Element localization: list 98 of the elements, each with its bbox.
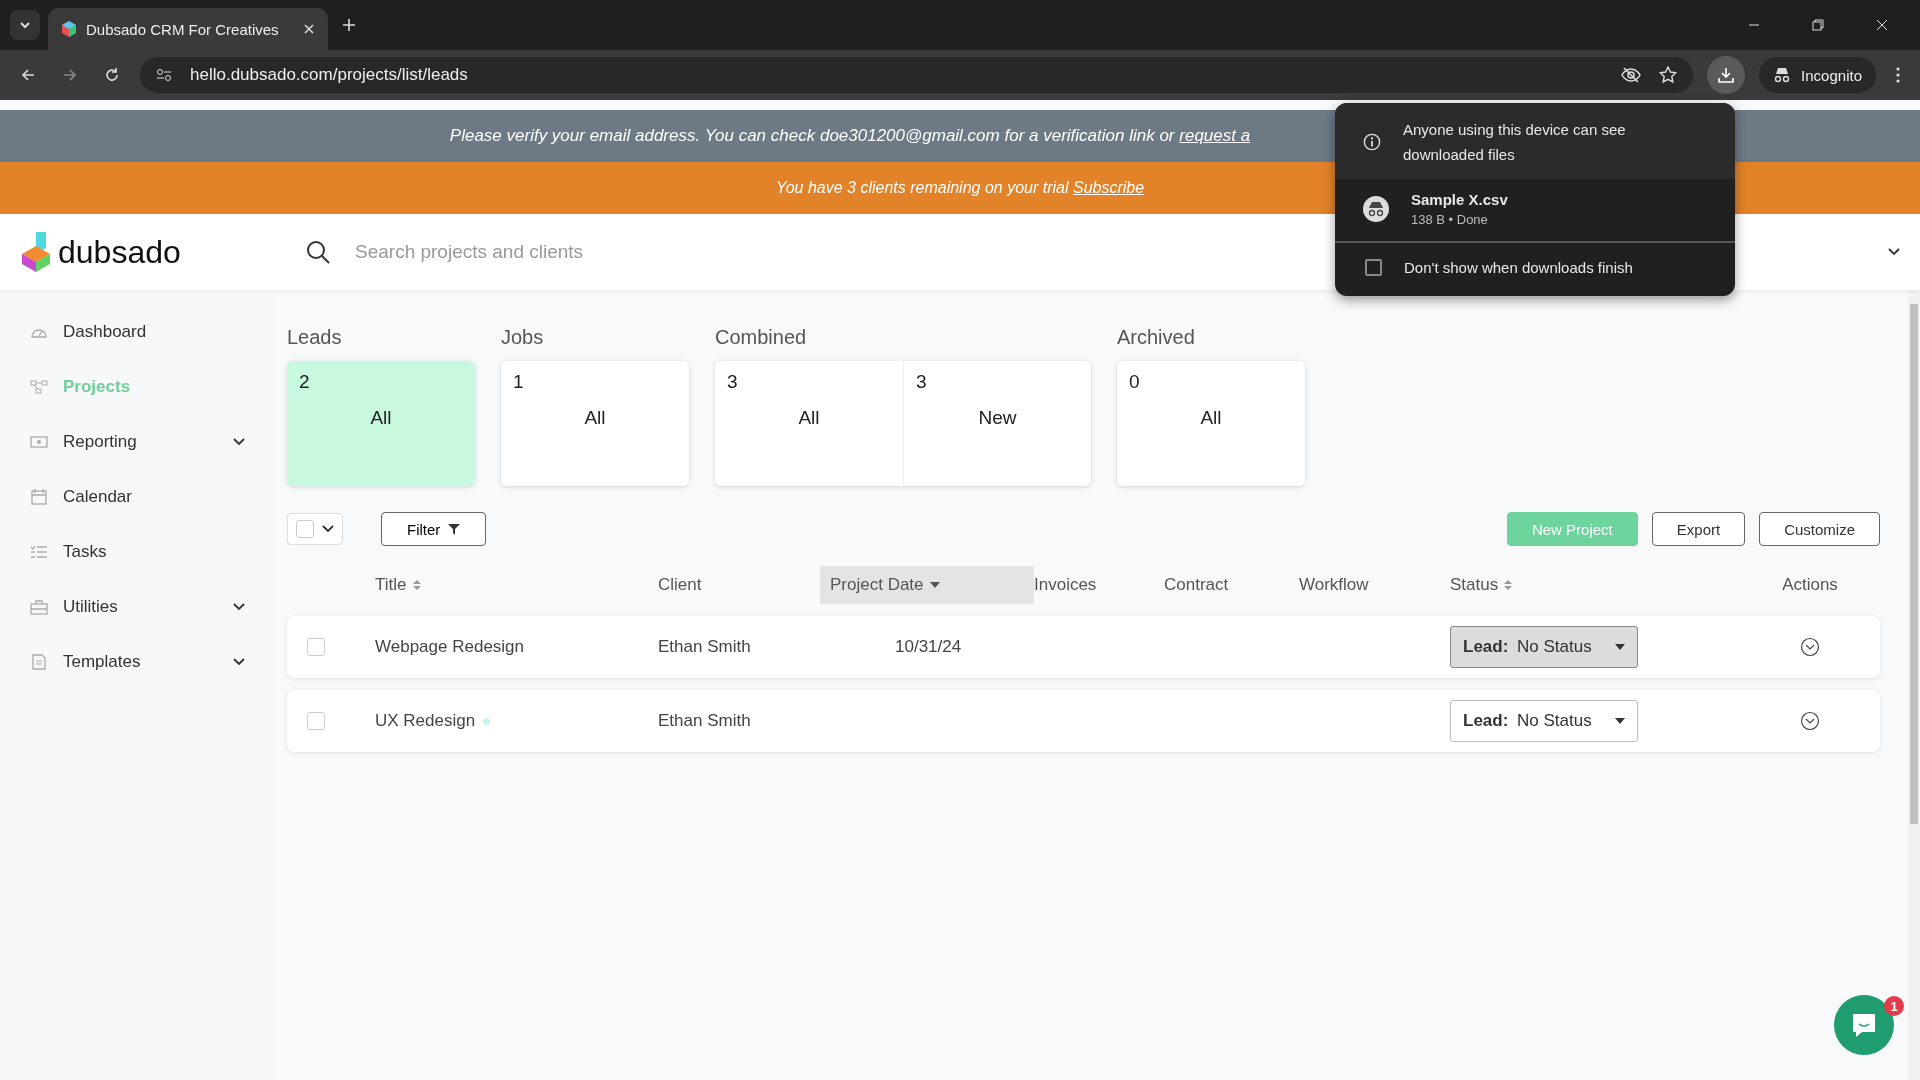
project-date: 10/31/24 [895,637,962,657]
sidebar-item[interactable]: Templates [0,634,275,689]
count-label: All [1200,407,1222,429]
chevron-icon[interactable] [233,657,245,666]
funnel-icon [448,523,461,535]
count-number: 2 [299,371,311,393]
actions-icon[interactable] [1800,711,1820,731]
file-name: Sample X.csv [1411,191,1508,208]
incognito-button[interactable]: Incognito [1759,57,1876,93]
sort-icon[interactable] [1504,579,1513,591]
group-label: Archived [1117,326,1196,349]
chevron-icon[interactable] [322,525,334,533]
count-number: 0 [1129,371,1141,393]
sidebar-item[interactable]: Tasks [0,524,275,579]
sidebar-item[interactable]: Dashboard [0,304,275,359]
count-tile[interactable]: 1 All [501,361,689,486]
notification-badge: 1 [1884,996,1904,1016]
address-bar[interactable]: hello.dubsado.com/projects/list/leads [140,57,1694,93]
search-icon[interactable] [305,239,331,265]
scrollbar-thumb[interactable] [1910,304,1918,824]
file-status: 138 B • Done [1411,212,1489,227]
project-title[interactable]: Webpage Redesign [375,637,524,657]
browser-tab[interactable]: Dubsado CRM For Creatives [48,8,328,50]
toolbox-icon [30,598,48,615]
logo-text: dubsado [58,233,181,271]
project-row[interactable]: UX Redesign Ethan Smith Lead: No Status [287,690,1880,752]
group-label: Jobs [501,326,545,349]
column-header[interactable]: Title [375,566,658,604]
count-label: All [584,407,606,429]
project-row[interactable]: Webpage Redesign Ethan Smith 10/31/24 Lead: No Status [287,616,1880,678]
chevron-icon[interactable] [233,602,245,611]
actions-icon[interactable] [1800,637,1820,657]
sidebar-item[interactable]: Utilities [0,579,275,634]
nodes-icon [30,378,48,395]
checklist-icon [30,543,48,560]
column-header[interactable]: Invoices [1034,566,1164,604]
search-field[interactable]: Search projects and clients [353,240,857,264]
caret-icon [1615,644,1625,650]
column-header[interactable]: Client [658,566,820,604]
column-header[interactable]: Actions [1740,566,1880,604]
incognito-icon [1773,67,1792,83]
count-label: All [370,407,392,429]
chat-icon [1850,1011,1878,1039]
column-header[interactable]: Workflow [1299,566,1450,604]
count-number: 3 [916,371,928,393]
banknote-icon [30,433,48,450]
checkbox[interactable] [1365,259,1382,276]
eye-slash-icon[interactable] [1621,67,1642,83]
filter-button[interactable]: Filter [381,512,487,546]
checkbox-label[interactable]: Don't show when downloads finish [1404,259,1633,276]
chevron-icon [19,21,31,29]
project-title[interactable]: UX Redesign [375,711,476,731]
count-label: New [978,407,1017,429]
verify-message: Please verify your email address. You can check doe301200@gmail.com for a verification link or request a [449,126,1251,146]
toolbar-button[interactable]: Export [1651,512,1746,546]
checkbox[interactable] [307,638,325,656]
count-tile[interactable]: 3 All [715,361,903,486]
tab-list-button[interactable] [10,10,40,40]
close-icon[interactable] [304,24,314,34]
count-tile[interactable]: 2 All [287,361,475,486]
caret-icon[interactable] [929,582,940,588]
count-number: 3 [727,371,739,393]
info-icon [1363,132,1381,152]
client-name: Ethan Smith [658,711,751,731]
calendar-icon [30,488,48,505]
count-label: All [798,407,820,429]
group-label: Combined [715,326,808,349]
site-settings-icon[interactable] [156,68,172,82]
plus-icon [342,18,356,32]
document-icon [30,653,48,670]
logo-icon [22,232,50,272]
sidebar-item[interactable]: Calendar [0,469,275,524]
count-tile[interactable]: 3 New [903,361,1091,486]
trial-message: You have 3 clients remaining on your trial Subscribe [775,179,1145,197]
column-header[interactable]: Contract [1164,566,1299,604]
url-text: hello.dubsado.com/projects/list/leads [190,65,468,85]
checkbox[interactable] [307,712,325,730]
column-header[interactable]: Project Date [820,566,1034,604]
checkbox[interactable] [296,520,314,538]
sort-icon[interactable] [412,579,421,591]
group-label: Leads [287,326,343,349]
notice-text: Anyone using this device can see downloaded files [1402,120,1627,165]
column-header[interactable]: Status [1450,566,1740,604]
star-icon[interactable] [1659,66,1678,84]
caret-icon [1615,718,1625,724]
chevron-icon[interactable] [233,437,245,446]
verify-link[interactable]: request a [1179,126,1251,145]
count-number: 1 [513,371,525,393]
toolbar-button[interactable]: Customize [1759,512,1880,546]
download-item[interactable]: Sample X.csv 138 B • Done [1335,179,1735,243]
incognito-icon [1363,196,1389,222]
status-dropdown[interactable]: Lead: No Status [1450,626,1638,668]
download-icon[interactable] [1707,56,1746,94]
logo-icon [62,21,76,37]
client-name: Ethan Smith [658,637,751,657]
sidebar-item[interactable]: Reporting [0,414,275,469]
count-tile[interactable]: 0 All [1117,361,1305,486]
status-dropdown[interactable]: Lead: No Status [1450,700,1638,742]
